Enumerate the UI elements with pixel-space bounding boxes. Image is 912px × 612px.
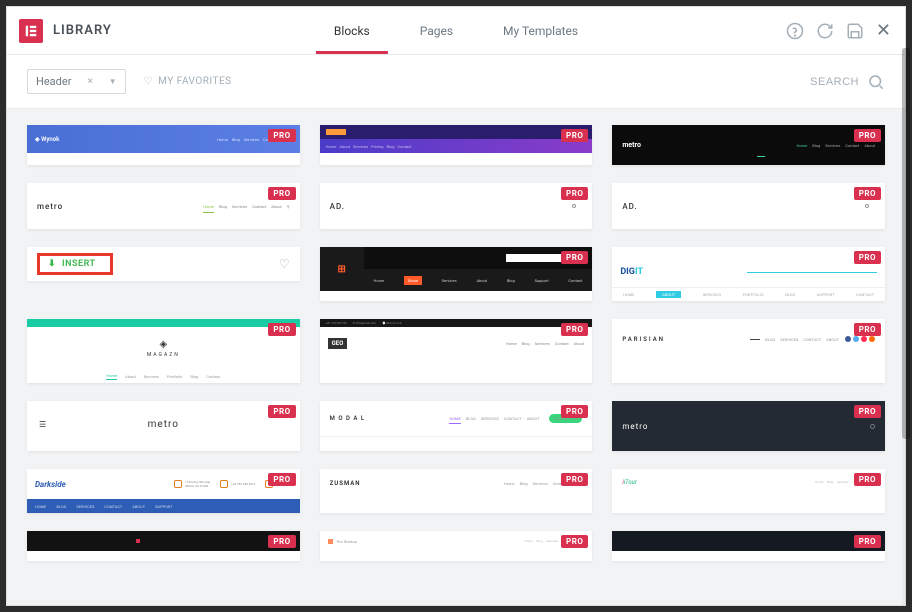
pro-badge: PRO [854,405,881,418]
refresh-icon[interactable] [816,22,834,40]
template-card[interactable]: PRO ⊞ HomeShowServicesAboutBlogSupportCo… [320,247,593,301]
pro-badge: PRO [854,129,881,142]
thumbnail: ftin DIGIT HOMEABOUTSERVICESPORTFOLIOBLO… [612,247,885,301]
download-icon: ⬇ [48,259,56,269]
pro-badge: PRO [854,535,881,548]
template-card[interactable]: PRO metro HomeBlogServicesContactAbout [612,125,885,165]
template-card[interactable]: PRO ftin DIGIT HOMEABOUTSERVICESPORTFOLI… [612,247,885,301]
pro-badge: PRO [854,323,881,336]
library-modal: LIBRARY Blocks Pages My Templates ✕ Head… [6,6,906,606]
pro-badge: PRO [561,129,588,142]
heart-icon: ♡ [144,76,153,87]
pro-badge: PRO [561,535,588,548]
template-card[interactable]: PRO ◈ Wynok HomeBlogServicesContactAbout [27,125,300,165]
thumbnail: metro HomeBlogServicesContactAbout⚲ [27,183,300,229]
pro-badge: PRO [561,187,588,200]
favorite-icon[interactable]: ♡ [279,257,290,271]
modal-header: LIBRARY Blocks Pages My Templates ✕ [7,7,905,55]
thumbnail: ZUSMAN HomeBlogServicesContactAbout [320,469,593,497]
thumbnail: HomeAboutServicesPricingBlogContact [320,125,593,153]
pro-badge: PRO [561,251,588,264]
template-card[interactable]: PRO ZUSMAN HomeBlogServicesContactAbout [320,469,593,513]
search-icon[interactable] [867,73,885,91]
insert-button[interactable]: ⬇ INSERT [37,253,113,275]
tab-my-templates[interactable]: My Templates [493,7,588,54]
thumbnail: Darkside 1123 Dog Hill LaneWilson, KS 67… [27,469,300,513]
hamburger-icon: ☰ [39,420,46,429]
thumbnail: PARISIAN BLOGSERVICESCONTACTABOUT [612,319,885,359]
thumbnail [612,531,885,551]
template-card[interactable]: PRO ☰ metro [27,401,300,451]
pro-badge: PRO [561,473,588,486]
template-card[interactable]: PRO [612,531,885,561]
tab-pages[interactable]: Pages [410,7,463,54]
pro-badge: PRO [854,187,881,200]
thumbnail: ☰ metro [27,401,300,447]
pro-badge: PRO [268,187,295,200]
chevron-down-icon: ▼ [109,77,117,86]
template-card[interactable]: PRO Pro Startup HomeBlogServicesContactA… [320,531,593,561]
pro-badge: PRO [268,405,295,418]
pro-badge: PRO [561,405,588,418]
thumbnail: iiTour HomeBlogServicesContactAbout [612,469,885,495]
thumbnail: ◈MAGAZN HomeAboutServicesPortfolioBlogCo… [27,319,300,383]
template-card[interactable]: PRO iiTour HomeBlogServicesContactAbout [612,469,885,513]
template-card[interactable]: PRO PARISIAN BLOGSERVICESCONTACTABOUT [612,319,885,383]
template-card[interactable]: PRO HomeAboutServicesPricingBlogContact [320,125,593,165]
thumbnail: Pro Startup HomeBlogServicesContactAbout [320,531,593,551]
template-grid-wrapper: PRO ◈ Wynok HomeBlogServicesContactAbout… [7,109,905,605]
thumbnail: ⊞ HomeShowServicesAboutBlogSupportContac… [320,247,593,291]
thumbnail: metro HomeBlogServicesContactAbout [612,125,885,165]
category-filter[interactable]: Header × ▼ [27,69,126,94]
thumbnail [27,531,300,551]
toolbar: Header × ▼ ♡ MY FAVORITES [7,55,905,109]
close-icon[interactable]: ✕ [876,20,891,41]
template-card[interactable]: PRO AD. [612,183,885,229]
modal-title: LIBRARY [53,23,112,38]
my-favorites-toggle[interactable]: ♡ MY FAVORITES [144,76,232,87]
thumbnail: +01 234 567 89✉ info@mail.com⌚ Mon-Fri 9… [320,319,593,359]
template-card[interactable]: PRO Darkside 1123 Dog Hill LaneWilson, K… [27,469,300,513]
pro-badge: PRO [561,323,588,336]
save-icon[interactable] [846,22,864,40]
pro-badge: PRO [854,473,881,486]
template-card[interactable]: PRO ◈MAGAZN HomeAboutServicesPortfolioBl… [27,319,300,383]
elementor-logo-icon [19,19,43,43]
template-card-hover[interactable]: ⬇ INSERT ♡ [27,247,300,281]
scrollbar[interactable] [902,48,910,606]
thumbnail: AD. [612,183,885,229]
template-grid: PRO ◈ Wynok HomeBlogServicesContactAbout… [27,125,885,561]
filter-value: Header [36,75,71,88]
pro-badge: PRO [268,129,295,142]
template-card[interactable]: PRO [27,531,300,561]
help-icon[interactable] [786,22,804,40]
search-input[interactable] [759,76,859,88]
pro-badge: PRO [268,535,295,548]
tab-blocks[interactable]: Blocks [324,7,380,54]
template-card[interactable]: PRO metro HomeBlogServicesContactAbout⚲ [27,183,300,229]
pro-badge: PRO [268,323,295,336]
thumbnail: ◈ Wynok HomeBlogServicesContactAbout [27,125,300,153]
template-card[interactable]: PRO +01 234 567 89✉ info@mail.com⌚ Mon-F… [320,319,593,383]
thumbnail: AD. [320,183,593,229]
clear-filter-icon[interactable]: × [87,76,92,87]
search-box [759,73,885,91]
thumbnail: metro [612,401,885,451]
template-card[interactable]: PRO metro [612,401,885,451]
thumbnail: M O D A L HOMEBLOGSERVICESCONTACTABOUTCO… [320,401,593,437]
header-tabs: Blocks Pages My Templates [324,7,588,54]
pro-badge: PRO [268,473,295,486]
template-card[interactable]: PRO M O D A L HOMEBLOGSERVICESCONTACTABO… [320,401,593,451]
pro-badge: PRO [854,251,881,264]
template-card[interactable]: PRO AD. [320,183,593,229]
